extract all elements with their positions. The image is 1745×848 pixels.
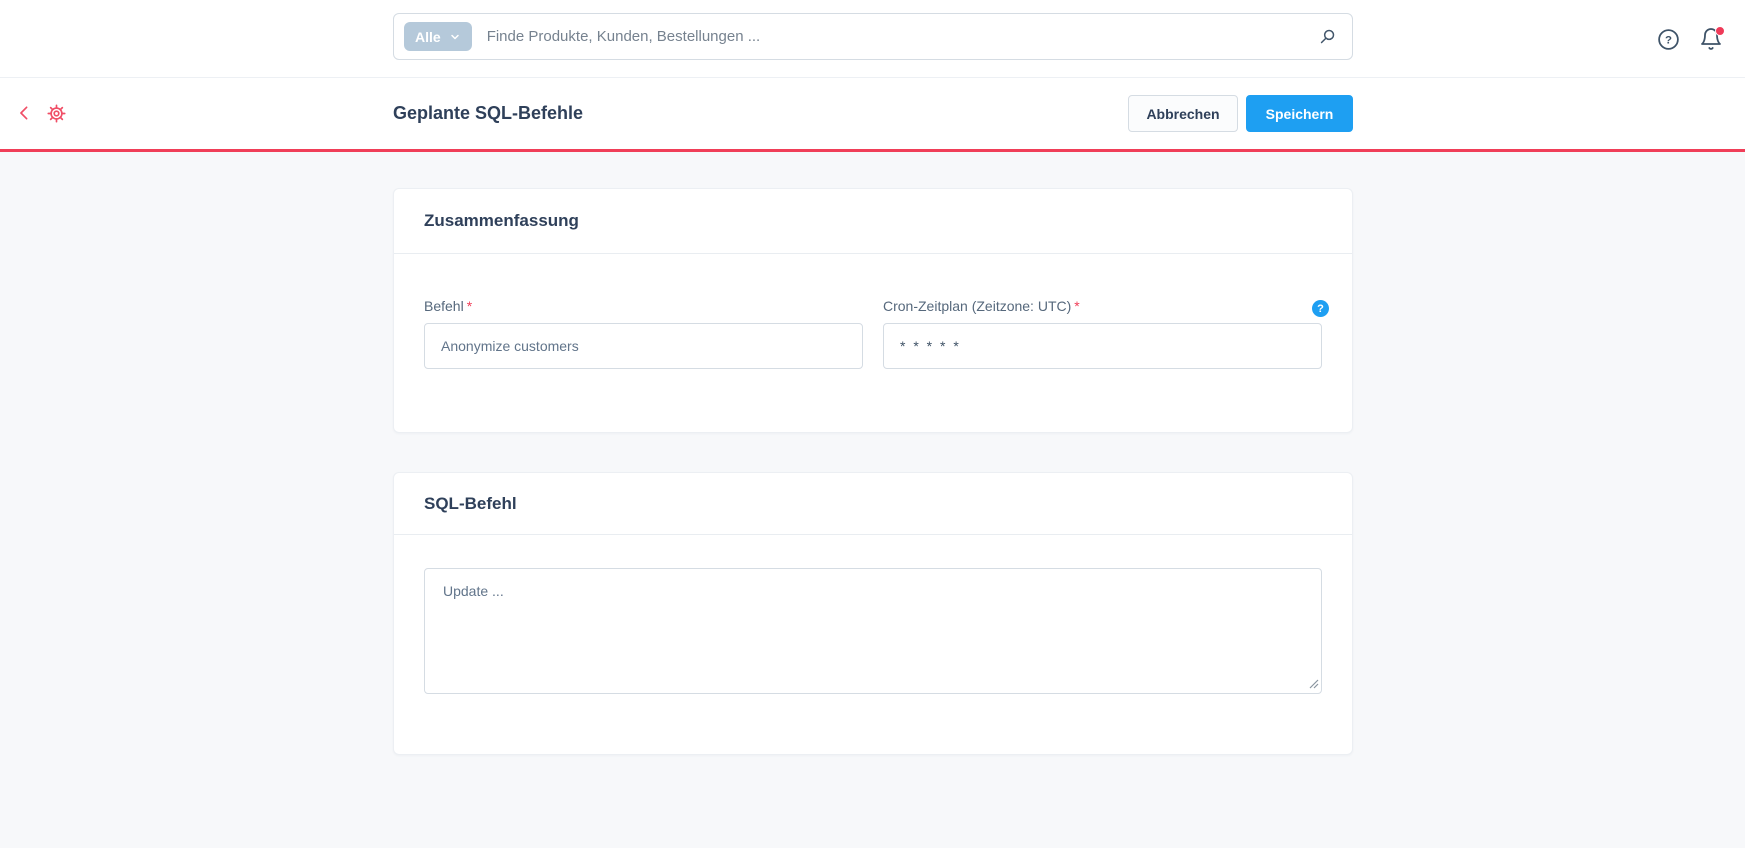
summary-card-header: Zusammenfassung	[394, 189, 1352, 254]
help-icon[interactable]: ?	[1656, 27, 1681, 52]
search-scope-dropdown[interactable]: Alle	[404, 22, 472, 51]
settings-gear-icon[interactable]	[46, 103, 67, 124]
search-icon[interactable]	[1318, 27, 1337, 46]
svg-text:?: ?	[1665, 34, 1672, 46]
summary-card-title: Zusammenfassung	[424, 211, 579, 231]
summary-card: Zusammenfassung Befehl* Cron-Zeitplan (Z…	[393, 188, 1353, 433]
cron-label: Cron-Zeitplan (Zeitzone: UTC)*	[883, 298, 1322, 314]
global-search[interactable]: Alle	[393, 13, 1353, 60]
summary-fields: Befehl* Cron-Zeitplan (Zeitzone: UTC)*	[394, 254, 1352, 369]
sql-statement-textarea[interactable]: Update ...	[424, 568, 1322, 694]
required-marker: *	[1074, 298, 1079, 314]
command-field: Befehl*	[424, 298, 863, 369]
notification-badge	[1715, 26, 1725, 36]
page-header: Geplante SQL-Befehle Abbrechen Speichern	[0, 78, 1745, 152]
command-label: Befehl*	[424, 298, 863, 314]
back-button[interactable]	[16, 101, 33, 125]
required-marker: *	[467, 298, 472, 314]
search-scope-label: Alle	[415, 29, 441, 45]
cron-help-icon[interactable]: ?	[1312, 300, 1329, 317]
sql-textarea-wrap: Update ...	[424, 568, 1322, 694]
top-bar: Alle ?	[0, 0, 1745, 78]
page-title: Geplante SQL-Befehle	[393, 78, 583, 149]
sql-card-title: SQL-Befehl	[424, 494, 517, 514]
cancel-button[interactable]: Abbrechen	[1128, 95, 1238, 132]
command-input[interactable]	[424, 323, 863, 369]
topbar-actions: ?	[1656, 0, 1723, 78]
notifications-bell-icon[interactable]	[1699, 27, 1723, 51]
sql-card: SQL-Befehl Update ...	[393, 472, 1353, 755]
search-input[interactable]	[487, 14, 1318, 59]
sql-card-header: SQL-Befehl	[394, 473, 1352, 535]
cron-field: Cron-Zeitplan (Zeitzone: UTC)*	[883, 298, 1322, 369]
save-button[interactable]: Speichern	[1246, 95, 1353, 132]
cron-input[interactable]	[883, 323, 1322, 369]
chevron-down-icon	[449, 31, 461, 43]
